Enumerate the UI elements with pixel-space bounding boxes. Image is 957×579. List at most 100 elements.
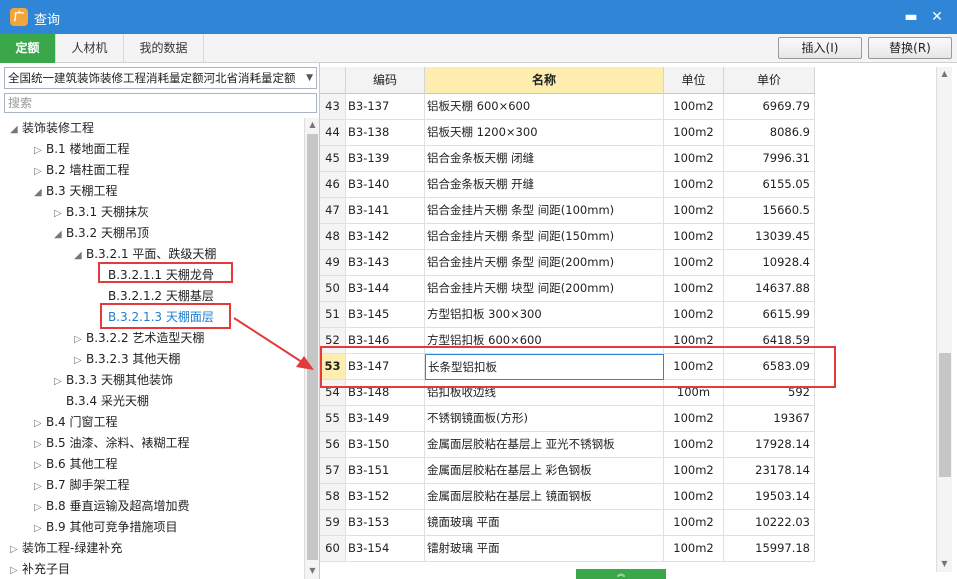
table-row[interactable]: 58 B3-152 金属面层胶粘在基层上 镜面钢板 100m2 19503.14	[320, 484, 815, 510]
tree-node[interactable]: ▷ B.2 墙柱面工程	[34, 160, 130, 181]
tree-node[interactable]: ▷ B.3.2.2 艺术造型天棚	[74, 328, 204, 349]
price-cell[interactable]: 10222.03	[724, 510, 815, 536]
table-row[interactable]: 44 B3-138 铝板天棚 1200×300 100m2 8086.9	[320, 120, 815, 146]
table-row[interactable]: 46 B3-140 铝合金条板天棚 开缝 100m2 6155.05	[320, 172, 815, 198]
header-code[interactable]: 编码	[346, 67, 425, 94]
row-number-cell[interactable]: 49	[320, 250, 346, 276]
tab-quota[interactable]: 定额	[0, 34, 56, 63]
tree-node[interactable]: ▷ B.1 楼地面工程	[34, 139, 130, 160]
unit-cell[interactable]: 100m2	[664, 510, 724, 536]
row-number-cell[interactable]: 48	[320, 224, 346, 250]
tree-node[interactable]: ◢ B.3 天棚工程	[34, 181, 118, 202]
unit-cell[interactable]: 100m2	[664, 172, 724, 198]
unit-cell[interactable]: 100m2	[664, 276, 724, 302]
row-number-cell[interactable]: 57	[320, 458, 346, 484]
tree-node[interactable]: ▷ 装饰工程-绿建补充	[10, 538, 122, 559]
unit-cell[interactable]: 100m2	[664, 432, 724, 458]
tab-my-data[interactable]: 我的数据	[124, 34, 204, 63]
search-input[interactable]: 搜索	[4, 93, 317, 113]
library-select[interactable]: 全国统一建筑装饰装修工程消耗量定额河北省消耗量定额 ▼	[4, 67, 317, 89]
header-name[interactable]: 名称	[425, 67, 664, 94]
name-cell[interactable]: 铝合金挂片天棚 条型 间距(200mm)	[425, 250, 664, 276]
expand-arrow-icon[interactable]: ▷	[34, 518, 46, 539]
code-cell[interactable]: B3-151	[346, 458, 425, 484]
tree-scroll-thumb[interactable]	[307, 134, 318, 560]
table-scroll-thumb[interactable]	[939, 353, 951, 477]
row-number-cell[interactable]: 60	[320, 536, 346, 562]
name-cell[interactable]: 镭射玻璃 平面	[425, 536, 664, 562]
unit-cell[interactable]: 100m2	[664, 120, 724, 146]
code-cell[interactable]: B3-138	[346, 120, 425, 146]
insert-button[interactable]: 插入(I)	[778, 37, 862, 59]
price-cell[interactable]: 6615.99	[724, 302, 815, 328]
expand-arrow-icon[interactable]: ▷	[74, 350, 86, 371]
tree-node[interactable]: ▷ B.4 门窗工程	[34, 412, 118, 433]
price-cell[interactable]: 6969.79	[724, 94, 815, 120]
name-cell[interactable]: 铝板天棚 1200×300	[425, 120, 664, 146]
price-cell[interactable]: 17928.14	[724, 432, 815, 458]
tab-materials[interactable]: 人材机	[56, 34, 124, 63]
code-cell[interactable]: B3-154	[346, 536, 425, 562]
expand-arrow-icon[interactable]: ▷	[34, 497, 46, 518]
expand-arrow-icon[interactable]: ▷	[34, 476, 46, 497]
price-cell[interactable]: 13039.45	[724, 224, 815, 250]
code-cell[interactable]: B3-140	[346, 172, 425, 198]
table-row[interactable]: 47 B3-141 铝合金挂片天棚 条型 间距(100mm) 100m2 15660.5	[320, 198, 815, 224]
row-number-cell[interactable]: 59	[320, 510, 346, 536]
row-number-cell[interactable]: 43	[320, 94, 346, 120]
expand-arrow-icon[interactable]: ▷	[74, 329, 86, 350]
scroll-down-icon[interactable]: ▼	[937, 559, 952, 568]
name-cell[interactable]: 铝合金条板天棚 开缝	[425, 172, 664, 198]
price-cell[interactable]: 15660.5	[724, 198, 815, 224]
code-cell[interactable]: B3-150	[346, 432, 425, 458]
tree-node[interactable]: ▷ 补充子目	[10, 559, 70, 579]
name-cell[interactable]: 铝合金条板天棚 闭缝	[425, 146, 664, 172]
minimize-icon[interactable]: ▬	[902, 8, 920, 26]
name-cell[interactable]: 铝合金挂片天棚 条型 间距(150mm)	[425, 224, 664, 250]
expand-arrow-icon[interactable]: ▷	[10, 539, 22, 560]
tree-node[interactable]: ▷ B.9 其他可竞争措施项目	[34, 517, 178, 538]
expand-arrow-icon[interactable]: ◢	[34, 182, 46, 203]
row-number-cell[interactable]: 47	[320, 198, 346, 224]
table-row[interactable]: 56 B3-150 金属面层胶粘在基层上 亚光不锈钢板 100m2 17928.14	[320, 432, 815, 458]
code-cell[interactable]: B3-144	[346, 276, 425, 302]
code-cell[interactable]: B3-139	[346, 146, 425, 172]
tree-node[interactable]: ▷ B.7 脚手架工程	[34, 475, 130, 496]
price-cell[interactable]: 7996.31	[724, 146, 815, 172]
row-number-cell[interactable]: 46	[320, 172, 346, 198]
code-cell[interactable]: B3-149	[346, 406, 425, 432]
expand-arrow-icon[interactable]: ◢	[54, 224, 66, 245]
price-cell[interactable]: 8086.9	[724, 120, 815, 146]
name-cell[interactable]: 不锈钢镜面板(方形)	[425, 406, 664, 432]
price-cell[interactable]: 19503.14	[724, 484, 815, 510]
table-row[interactable]: 59 B3-153 镜面玻璃 平面 100m2 10222.03	[320, 510, 815, 536]
row-number-cell[interactable]: 58	[320, 484, 346, 510]
table-row[interactable]: 51 B3-145 方型铝扣板 300×300 100m2 6615.99	[320, 302, 815, 328]
table-row[interactable]: 50 B3-144 铝合金挂片天棚 块型 间距(200mm) 100m2 14637.8…	[320, 276, 815, 302]
name-cell[interactable]: 铝合金挂片天棚 条型 间距(100mm)	[425, 198, 664, 224]
expand-arrow-icon[interactable]: ◢	[74, 245, 86, 266]
table-row[interactable]: 49 B3-143 铝合金挂片天棚 条型 间距(200mm) 100m2 10928.4	[320, 250, 815, 276]
row-number-cell[interactable]: 45	[320, 146, 346, 172]
header-price[interactable]: 单价	[724, 67, 815, 94]
code-cell[interactable]: B3-137	[346, 94, 425, 120]
expand-arrow-icon[interactable]: ▷	[34, 140, 46, 161]
price-cell[interactable]: 14637.88	[724, 276, 815, 302]
price-cell[interactable]: 6155.05	[724, 172, 815, 198]
unit-cell[interactable]: 100m2	[664, 94, 724, 120]
code-cell[interactable]: B3-142	[346, 224, 425, 250]
unit-cell[interactable]: 100m2	[664, 406, 724, 432]
scroll-down-icon[interactable]: ▼	[305, 566, 320, 575]
unit-cell[interactable]: 100m2	[664, 458, 724, 484]
table-row[interactable]: 55 B3-149 不锈钢镜面板(方形) 100m2 19367	[320, 406, 815, 432]
expand-arrow-icon[interactable]: ▷	[34, 434, 46, 455]
code-cell[interactable]: B3-152	[346, 484, 425, 510]
name-cell[interactable]: 金属面层胶粘在基层上 彩色钢板	[425, 458, 664, 484]
tree-scrollbar[interactable]: ▲ ▼	[304, 118, 319, 579]
expand-arrow-icon[interactable]: ▷	[54, 203, 66, 224]
table-row[interactable]: 60 B3-154 镭射玻璃 平面 100m2 15997.18	[320, 536, 815, 562]
expand-arrow-icon[interactable]: ▷	[34, 161, 46, 182]
unit-cell[interactable]: 100m2	[664, 224, 724, 250]
unit-cell[interactable]: 100m2	[664, 536, 724, 562]
name-cell[interactable]: 镜面玻璃 平面	[425, 510, 664, 536]
